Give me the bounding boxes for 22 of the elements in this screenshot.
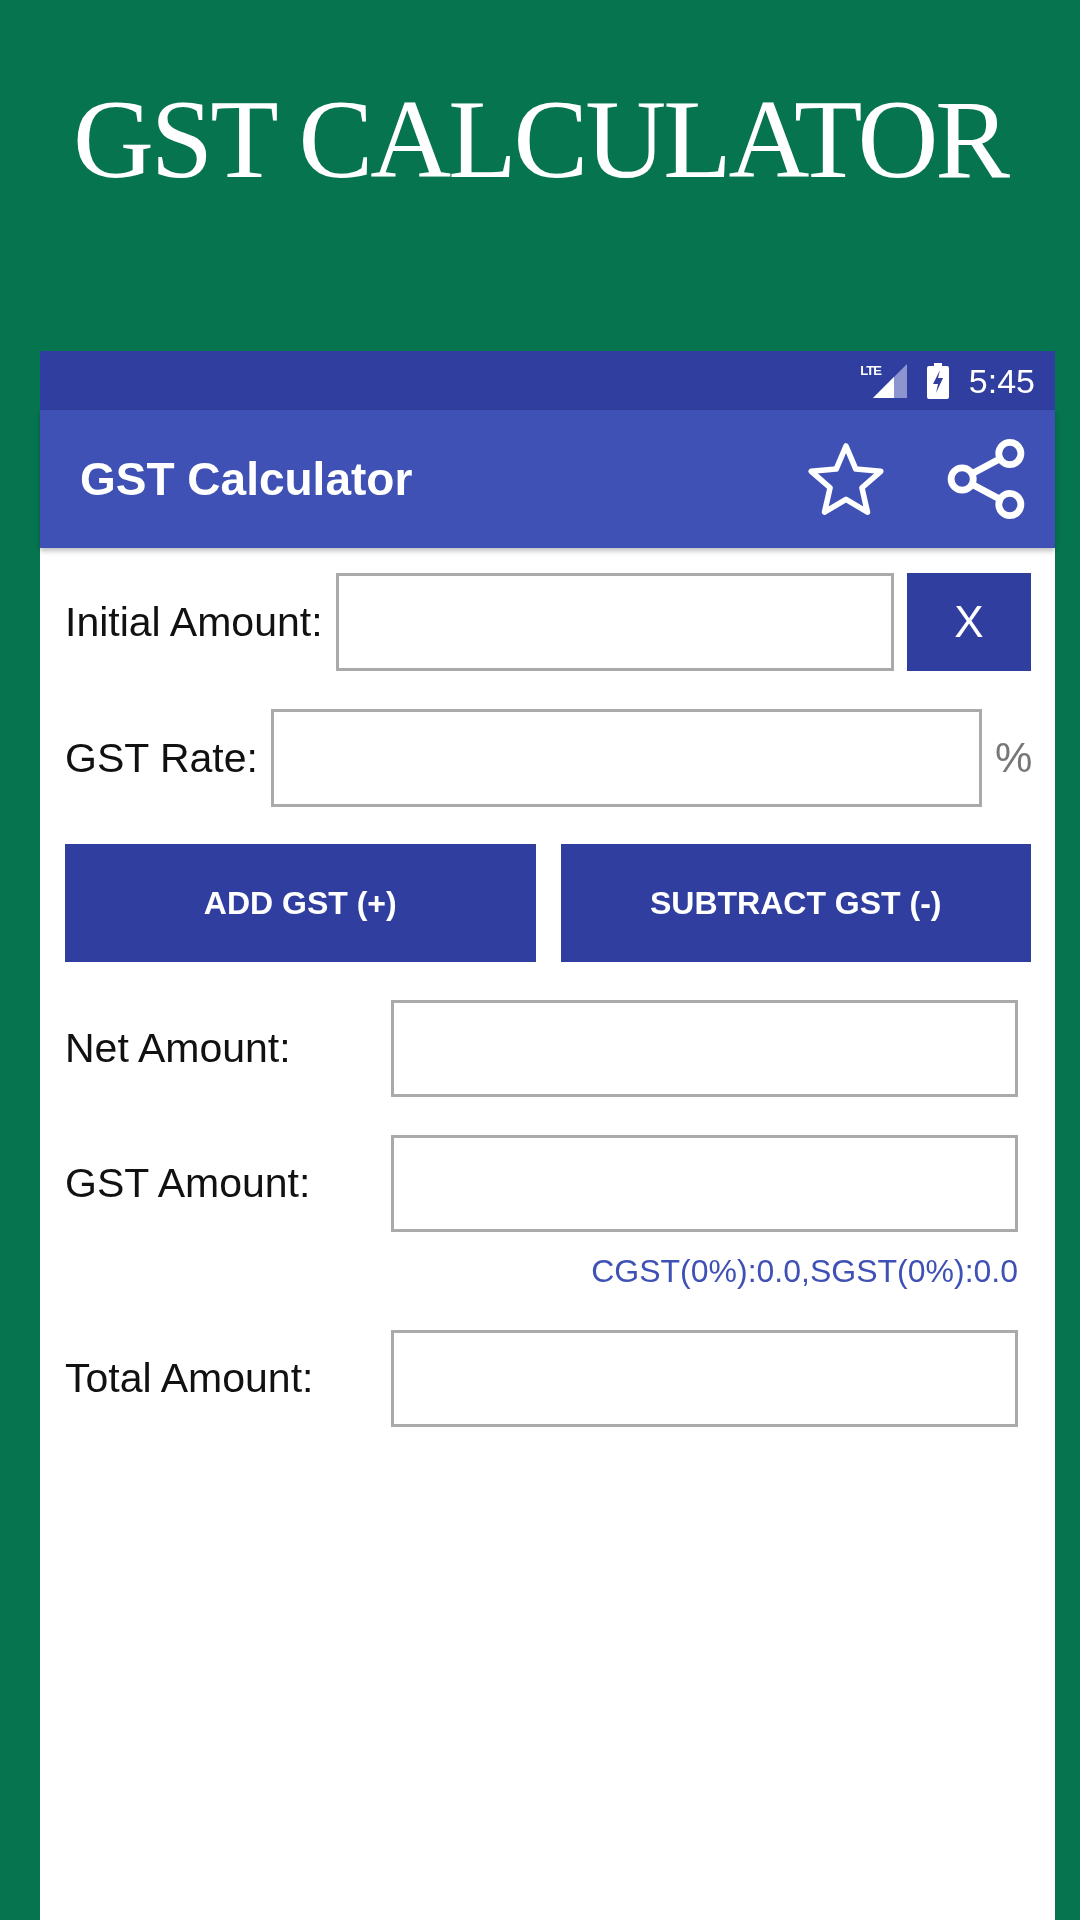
- output-field[interactable]: [391, 1000, 1018, 1097]
- field-label: Initial Amount:: [65, 598, 323, 646]
- subtract-gst-button[interactable]: SUBTRACT GST (-): [560, 844, 1031, 962]
- clear-button[interactable]: X: [907, 573, 1031, 671]
- field-label: GST Rate:: [65, 734, 258, 782]
- add-gst-button[interactable]: ADD GST (+): [65, 844, 536, 962]
- unit-label: %: [995, 734, 1031, 782]
- app-title: GST Calculator: [80, 452, 413, 506]
- input-field[interactable]: [335, 573, 894, 671]
- output-field[interactable]: [391, 1135, 1018, 1232]
- tax-breakdown-text: CGST(0%):0.0,SGST(0%):0.0: [591, 1252, 1018, 1291]
- field-label: Net Amount:: [65, 1025, 292, 1072]
- banner-title: GST CALCULATOR: [73, 83, 1007, 195]
- input-field[interactable]: [270, 709, 982, 807]
- star-icon[interactable]: [807, 442, 885, 516]
- field-label: GST Amount:: [65, 1160, 312, 1207]
- share-icon[interactable]: [945, 439, 1027, 519]
- network-label: LTE: [860, 363, 881, 377]
- field-label: Total Amount:: [65, 1355, 315, 1402]
- output-field[interactable]: [391, 1330, 1018, 1427]
- battery-icon: [926, 362, 949, 399]
- status-time: 5:45: [968, 360, 1035, 401]
